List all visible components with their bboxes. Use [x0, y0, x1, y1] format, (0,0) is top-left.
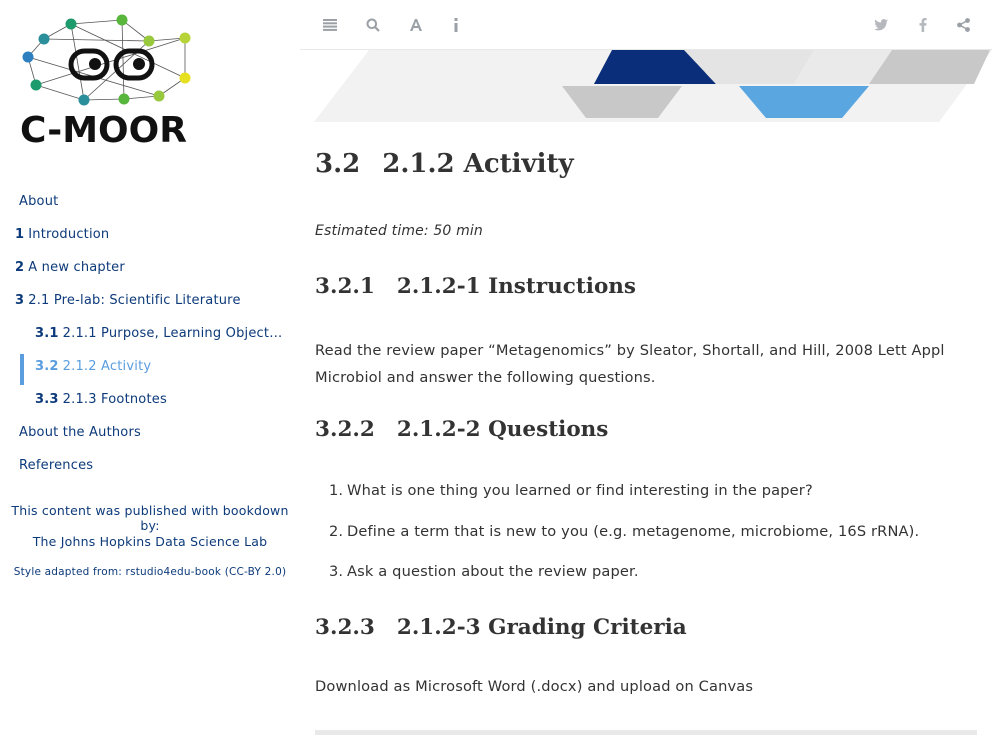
toc-item-new-chapter[interactable]: 2A new chapter — [0, 255, 300, 288]
toc-item-purpose[interactable]: 3.12.1.1 Purpose, Learning Objectives … — [0, 321, 285, 354]
sidebar: C-MOOR About 1 Introduction 2A new chapte… — [0, 0, 300, 744]
style-credit[interactable]: Style adapted from: rstudio4edu-book (CC… — [0, 566, 300, 578]
toc-item-label: 2.1.3 Footnotes — [62, 392, 167, 407]
search-icon[interactable] — [362, 14, 384, 36]
toc-toggle-icon[interactable] — [319, 14, 341, 36]
toc-item-number: 1 — [15, 227, 25, 242]
toc-item-number: 3.2 — [35, 359, 59, 374]
toc-item-label: Introduction — [28, 227, 110, 242]
toc-item-label: A new chapter — [28, 260, 125, 275]
toc-item-label: About the Authors — [19, 425, 141, 440]
grading-paragraph: Download as Microsoft Word (.docx) and u… — [315, 678, 754, 695]
section-heading-grading: 3.2.3 2.1.2-3 Grading Criteria — [315, 615, 687, 640]
facebook-icon[interactable] — [912, 14, 934, 36]
font-settings-icon[interactable] — [405, 14, 427, 36]
toc-item-about-authors[interactable]: About the Authors — [0, 420, 300, 453]
toc-item-number: 3.3 — [35, 392, 59, 407]
toc-item-introduction[interactable]: 1 Introduction — [0, 222, 300, 255]
book-toolbar — [300, 0, 992, 50]
list-item: 1. What is one thing you learned or find … — [329, 482, 813, 499]
questions-list: 1. What is one thing you learned or find … — [315, 481, 919, 603]
logo-text: C-MOOR — [20, 110, 187, 150]
toc-item-number: 3.1 — [35, 326, 59, 341]
share-icon[interactable] — [952, 14, 974, 36]
header-banner-graphic — [314, 50, 992, 122]
page-title: 3.2 2.1.2 Activity — [315, 149, 574, 179]
toc-item-about[interactable]: About — [0, 189, 300, 222]
toc-item-label: References — [19, 458, 94, 473]
published-with-credit[interactable]: This content was published with bookdown… — [0, 503, 300, 533]
toc-item-number: 3 — [15, 293, 25, 308]
c-moor-logo[interactable]: C-MOOR — [18, 10, 208, 151]
info-icon[interactable] — [445, 14, 467, 36]
jhu-dsl-credit[interactable]: The Johns Hopkins Data Science Lab — [0, 534, 300, 549]
list-item: 3. Ask a question about the review paper. — [329, 563, 639, 580]
toc-item-label: About — [19, 194, 59, 209]
logo-network-graphic: C-MOOR — [20, 14, 191, 151]
section-heading-instructions: 3.2.1 2.1.2-1 Instructions — [315, 274, 637, 299]
toc-item-activity[interactable]: 3.2 2.1.2 Activity — [0, 354, 285, 387]
estimated-time: Estimated time: 50 min — [315, 223, 483, 239]
page-divider — [315, 730, 977, 735]
list-item: 2. Define a term that is new to you (e.g.… — [329, 522, 920, 540]
twitter-icon[interactable] — [870, 14, 892, 36]
toc-item-label: 2.1.2 Activity — [62, 359, 152, 374]
toc-item-number: 2 — [15, 260, 25, 275]
toc-item-pre-lab[interactable]: 3 2.1 Pre-lab: Scientific Literature — [0, 288, 300, 321]
toc-item-footnotes[interactable]: 3.3 2.1.3 Footnotes — [0, 387, 285, 420]
section-heading-questions: 3.2.2 2.1.2-2 Questions — [315, 417, 609, 442]
instructions-paragraph: Read the review paper “Metagenomics” by … — [315, 342, 945, 386]
table-of-contents: About 1 Introduction 2A new chapter 3 2.1 … — [0, 189, 300, 486]
toc-item-label: 2.1.1 Purpose, Learning Objectives … — [62, 326, 285, 341]
toc-item-references[interactable]: References — [0, 453, 300, 486]
toc-item-label: 2.1 Pre-lab: Scientific Literature — [28, 293, 241, 308]
